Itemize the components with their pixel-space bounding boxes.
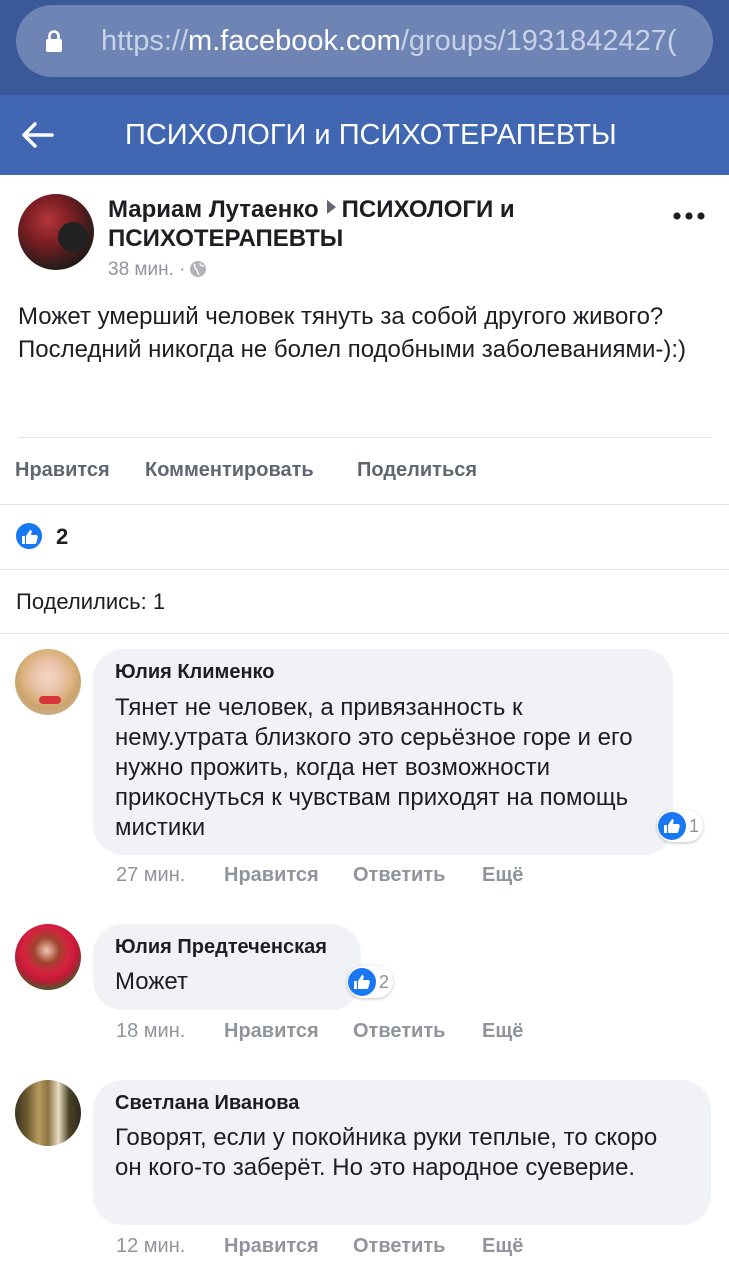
like-action[interactable]: Нравится bbox=[15, 456, 110, 484]
comment-time[interactable]: 27 мин. bbox=[116, 862, 185, 888]
actions-divider bbox=[0, 504, 729, 505]
comment-author-avatar[interactable] bbox=[15, 1080, 81, 1146]
share-action[interactable]: Поделиться bbox=[357, 456, 477, 484]
arrow-right-icon bbox=[326, 200, 336, 214]
comment-reaction-count: 1 bbox=[689, 816, 700, 836]
more-options-icon[interactable] bbox=[672, 210, 706, 222]
url-text: https://m.facebook.com/groups/1931842427… bbox=[101, 23, 677, 59]
post-time[interactable]: 38 мин. · bbox=[108, 259, 185, 280]
address-bar[interactable]: https://m.facebook.com/groups/1931842427… bbox=[16, 5, 713, 77]
comment-bubble[interactable]: Светлана Иванова Говорят, если у покойни… bbox=[93, 1080, 711, 1225]
comment-author-avatar[interactable] bbox=[15, 649, 81, 715]
reaction-count: 2 bbox=[56, 524, 69, 549]
comment-bubble[interactable]: Юлия Предтеченская Может bbox=[93, 924, 361, 1010]
comment-text: Говорят, если у покойника руки теплые, т… bbox=[115, 1124, 658, 1181]
post-divider bbox=[18, 437, 712, 438]
avatar-detail bbox=[39, 696, 61, 704]
like-icon bbox=[14, 521, 44, 551]
comment-reply-button[interactable]: Ответить bbox=[353, 1018, 445, 1044]
comment-time[interactable]: 18 мин. bbox=[116, 1018, 185, 1044]
comment-author-name[interactable]: Светлана Иванова bbox=[115, 1090, 299, 1116]
group-header: ПСИХОЛОГИ и ПСИХОТЕРАПЕВТЫ bbox=[0, 95, 729, 175]
lock-icon bbox=[46, 30, 62, 52]
group-title: ПСИХОЛОГИ и ПСИХОТЕРАПЕВТЫ bbox=[125, 119, 617, 151]
comment-author-avatar[interactable] bbox=[15, 924, 81, 990]
post-author-line: Мариам Лутаенко ПСИХОЛОГИ и ПСИХОТЕРАПЕВТ… bbox=[108, 195, 628, 253]
comment-text: Может bbox=[115, 968, 188, 995]
comment-author-name[interactable]: Юлия Предтеченская bbox=[115, 934, 327, 960]
like-icon bbox=[348, 968, 376, 996]
comment-reaction-count: 2 bbox=[379, 972, 390, 992]
back-arrow-icon[interactable] bbox=[16, 115, 58, 155]
post-author-name[interactable]: Мариам Лутаенко bbox=[108, 196, 319, 223]
share-count[interactable]: Поделились: 1 bbox=[16, 587, 165, 617]
shares-divider bbox=[0, 633, 729, 634]
post-author-avatar[interactable] bbox=[18, 194, 94, 270]
comment-text: Тянет не человек, а привязанность к нему… bbox=[115, 694, 633, 841]
comment-reactions[interactable]: 2 bbox=[347, 966, 394, 998]
comment-more-button[interactable]: Ещё bbox=[482, 1018, 523, 1044]
url-path: /groups/1931842427( bbox=[400, 25, 677, 57]
browser-toolbar: https://m.facebook.com/groups/1931842427… bbox=[0, 0, 729, 95]
comment-reactions[interactable]: 1 bbox=[657, 810, 704, 842]
comment-action[interactable]: Комментировать bbox=[145, 456, 314, 484]
post-text: Может умерший человек тянуть за собой др… bbox=[18, 303, 686, 363]
comment-more-button[interactable]: Ещё bbox=[482, 862, 523, 888]
post-meta: 38 мин. · bbox=[108, 257, 207, 283]
url-host: m.facebook.com bbox=[188, 25, 401, 57]
comment-time[interactable]: 12 мин. bbox=[116, 1233, 185, 1259]
comment-author-name[interactable]: Юлия Клименко bbox=[115, 659, 275, 685]
comment-reply-button[interactable]: Ответить bbox=[353, 1233, 445, 1259]
comment-like-button[interactable]: Нравится bbox=[224, 862, 319, 888]
url-scheme: https:// bbox=[101, 25, 189, 57]
globe-icon bbox=[190, 261, 207, 277]
post-reactions[interactable]: 2 bbox=[14, 521, 68, 553]
reactions-divider bbox=[0, 569, 729, 570]
comment-reply-button[interactable]: Ответить bbox=[353, 862, 445, 888]
like-icon bbox=[658, 812, 686, 840]
comment-like-button[interactable]: Нравится bbox=[224, 1233, 319, 1259]
comment-like-button[interactable]: Нравится bbox=[224, 1018, 319, 1044]
comment-more-button[interactable]: Ещё bbox=[482, 1233, 523, 1259]
comment-bubble[interactable]: Юлия Клименко Тянет не человек, а привяз… bbox=[93, 649, 673, 855]
